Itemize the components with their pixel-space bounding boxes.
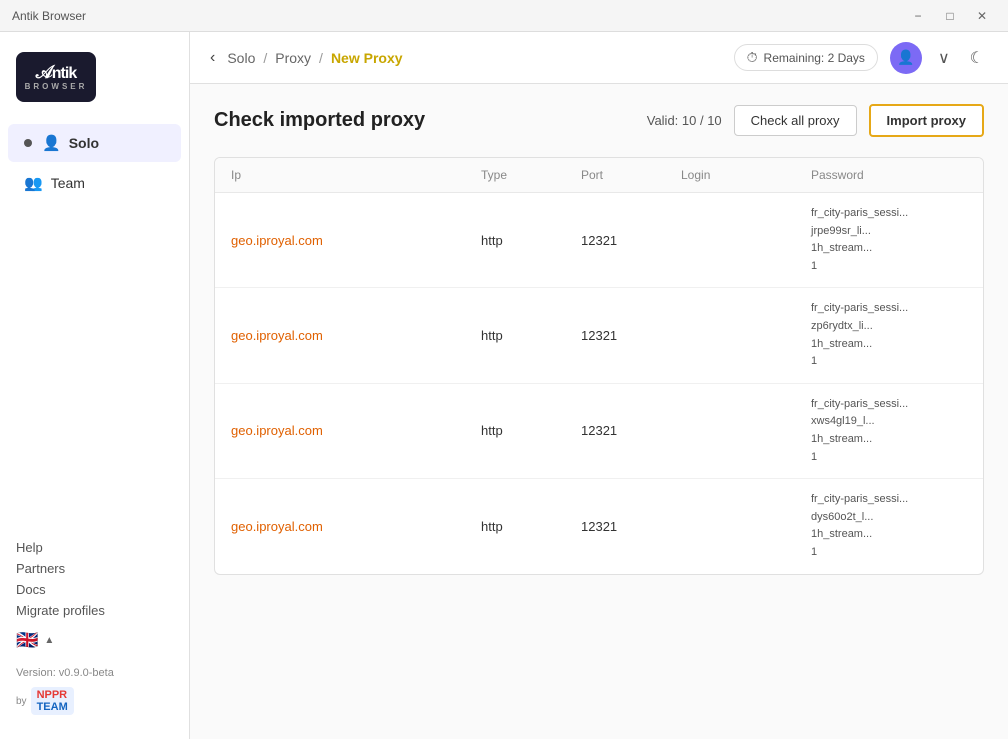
row2-ip: geo.iproyal.com <box>231 316 481 355</box>
sidebar-item-team-label: Team <box>51 175 85 191</box>
lang-selector[interactable]: 🇬🇧 ▲ <box>16 630 173 651</box>
row1-type: http <box>481 221 581 260</box>
sidebar-logo: 𝒜ntik BROWSER <box>0 44 189 122</box>
breadcrumb-proxy[interactable]: Proxy <box>275 50 311 66</box>
table-header: Ip Type Port Login Password Link Check <box>215 158 983 193</box>
row2-password: fr_city-paris_sessi...zp6rydtx_li...1h_s… <box>811 288 984 382</box>
row3-type: http <box>481 411 581 450</box>
header-bar: ‹ Solo / Proxy / New Proxy ⏱ Remaining: … <box>190 32 1008 84</box>
clock-icon: ⏱ <box>747 49 758 66</box>
row3-port: 12321 <box>581 411 681 450</box>
titlebar: Antik Browser − □ ✕ <box>0 0 1008 32</box>
page-content: Check imported proxy Valid: 10 / 10 Chec… <box>190 84 1008 739</box>
breadcrumb-new-proxy: New Proxy <box>331 50 403 66</box>
avatar-icon: 👤 <box>897 49 914 66</box>
version-text: Version: v0.9.0-beta <box>16 667 173 679</box>
check-all-button[interactable]: Check all proxy <box>734 105 857 136</box>
titlebar-title: Antik Browser <box>12 9 904 23</box>
sidebar: 𝒜ntik BROWSER 👤 Solo 👥 Team Help Partner… <box>0 32 190 739</box>
flag-icon: 🇬🇧 <box>16 630 38 651</box>
breadcrumb-sep-1: / <box>263 50 267 66</box>
row2-type: http <box>481 316 581 355</box>
sidebar-link-help[interactable]: Help <box>16 540 173 555</box>
sidebar-item-solo-icon: 👤 <box>42 134 61 152</box>
nppr-team-text: TEAM <box>37 701 68 713</box>
col-password: Password <box>811 168 984 182</box>
remaining-text: Remaining: 2 Days <box>764 51 865 65</box>
row1-password: fr_city-paris_sessi...jrpe99sr_li...1h_s… <box>811 193 984 287</box>
col-login: Login <box>681 168 811 182</box>
breadcrumb-sep-2: / <box>319 50 323 66</box>
header-right: ⏱ Remaining: 2 Days 👤 ∨ ☾ <box>734 42 988 74</box>
dropdown-button[interactable]: ∨ <box>934 44 954 72</box>
row4-login <box>681 514 811 538</box>
nppr-logo: NPPR TEAM <box>31 687 74 715</box>
table-row: geo.iproyal.com http 12321 fr_city-paris… <box>215 479 983 573</box>
sidebar-nav: 👤 Solo 👥 Team <box>0 122 189 528</box>
dark-mode-button[interactable]: ☾ <box>966 44 988 72</box>
row4-password: fr_city-paris_sessi...dys60o2t_l...1h_st… <box>811 479 984 573</box>
remaining-badge: ⏱ Remaining: 2 Days <box>734 44 878 71</box>
sidebar-link-migrate[interactable]: Migrate profiles <box>16 603 173 618</box>
row3-ip: geo.iproyal.com <box>231 411 481 450</box>
avatar[interactable]: 👤 <box>890 42 922 74</box>
app-body: 𝒜ntik BROWSER 👤 Solo 👥 Team Help Partner… <box>0 32 1008 739</box>
minimize-button[interactable]: − <box>904 6 932 26</box>
row1-ip: geo.iproyal.com <box>231 221 481 260</box>
sidebar-item-solo[interactable]: 👤 Solo <box>8 124 181 162</box>
row4-ip: geo.iproyal.com <box>231 507 481 546</box>
page-actions: Valid: 10 / 10 Check all proxy Import pr… <box>647 104 984 137</box>
page-header: Check imported proxy Valid: 10 / 10 Chec… <box>214 104 984 137</box>
row2-login <box>681 324 811 348</box>
import-proxy-button[interactable]: Import proxy <box>869 104 984 137</box>
sidebar-link-partners[interactable]: Partners <box>16 561 173 576</box>
valid-count: Valid: 10 / 10 <box>647 113 722 128</box>
active-dot <box>24 139 32 147</box>
table-row: geo.iproyal.com http 12321 fr_city-paris… <box>215 288 983 383</box>
maximize-button[interactable]: □ <box>936 6 964 26</box>
table-row: geo.iproyal.com http 12321 fr_city-paris… <box>215 384 983 479</box>
sidebar-item-team-icon: 👥 <box>24 174 43 192</box>
row1-port: 12321 <box>581 221 681 260</box>
main-content: ‹ Solo / Proxy / New Proxy ⏱ Remaining: … <box>190 32 1008 739</box>
breadcrumb-solo[interactable]: Solo <box>227 50 255 66</box>
close-button[interactable]: ✕ <box>968 6 996 26</box>
logo-subtext: BROWSER <box>25 82 88 91</box>
nppr-red-text: NPPR <box>37 689 68 701</box>
row4-port: 12321 <box>581 507 681 546</box>
sidebar-footer: Help Partners Docs Migrate profiles 🇬🇧 ▲… <box>0 528 189 727</box>
col-type: Type <box>481 168 581 182</box>
col-ip: Ip <box>231 168 481 182</box>
back-button[interactable]: ‹ <box>210 49 215 67</box>
sidebar-item-team[interactable]: 👥 Team <box>8 164 181 202</box>
logo-text: 𝒜ntik <box>36 63 76 82</box>
row2-port: 12321 <box>581 316 681 355</box>
sidebar-links: Help Partners Docs Migrate profiles <box>16 540 173 618</box>
by-label: by <box>16 696 27 707</box>
breadcrumb: ‹ Solo / Proxy / New Proxy <box>210 49 403 67</box>
table-row: geo.iproyal.com http 12321 fr_city-paris… <box>215 193 983 288</box>
nppr-branding: by NPPR TEAM <box>16 687 173 715</box>
lang-arrow-icon: ▲ <box>44 635 54 646</box>
logo: 𝒜ntik BROWSER <box>16 52 96 102</box>
titlebar-controls: − □ ✕ <box>904 6 996 26</box>
row3-login <box>681 419 811 443</box>
row3-password: fr_city-paris_sessi...xws4gl19_l...1h_st… <box>811 384 984 478</box>
sidebar-link-docs[interactable]: Docs <box>16 582 173 597</box>
row4-type: http <box>481 507 581 546</box>
page-title: Check imported proxy <box>214 109 425 132</box>
row1-login <box>681 228 811 252</box>
proxy-table: Ip Type Port Login Password Link Check g… <box>214 157 984 575</box>
col-port: Port <box>581 168 681 182</box>
sidebar-item-solo-label: Solo <box>69 135 99 151</box>
